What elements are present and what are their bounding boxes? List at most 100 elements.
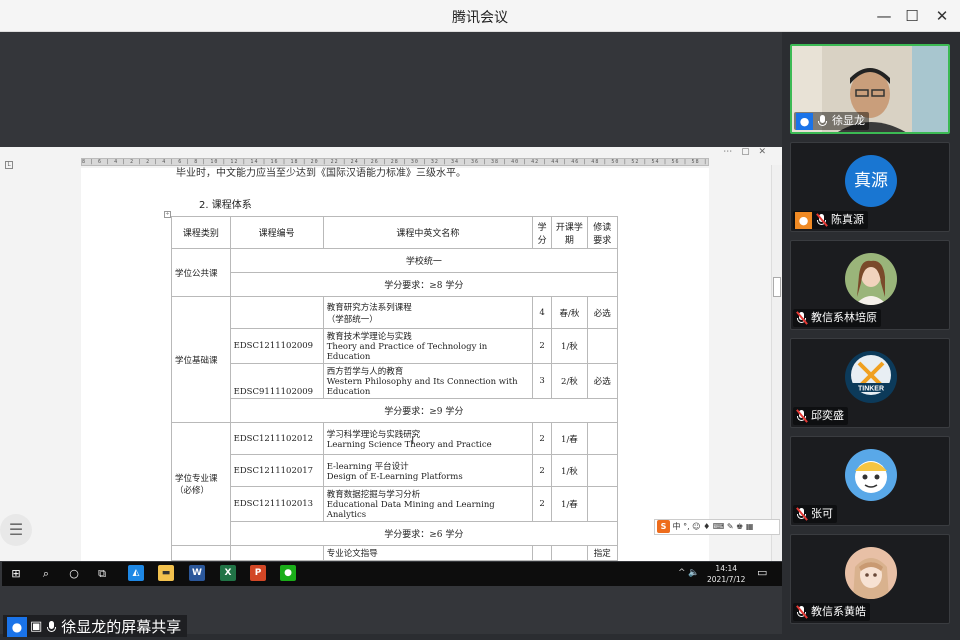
participant-name: 陈真源 [831,213,864,226]
table-move-handle-icon[interactable]: + [164,211,171,218]
participant-name: 张可 [811,507,833,520]
course-req [586,486,619,522]
course-name-en: Design of E-Learning Platforms [326,471,463,482]
header-category: 课程类别 [171,216,231,249]
participant-tile[interactable]: 教信系林培原 [790,240,950,330]
participant-avatar [845,449,897,501]
participant-tile[interactable]: TINKER 邱奕盛 [790,338,950,428]
course-name-cn: E-learning 平台设计 [326,461,409,472]
header-code: 课程编号 [229,216,324,249]
document-page[interactable]: 毕业时，中文能力应当至少达到《国际汉语能力标准》三级水平。 2. 课程体系 + … [81,168,709,561]
course-credit: 3 [532,363,553,399]
participant-list: ● 徐显龙 真源 ● 陈真源 教信系林培原 TINKER 邱奕盛 张可 教信系黄… [786,36,960,640]
course-req [586,422,619,455]
scrollbar-thumb[interactable] [773,277,781,297]
windows-taskbar: ⊞ ⌕ ○ ⧉ ◭ ▬ W X P ● ^ 🔈 14:14 2021/7/12 … [2,562,782,586]
clock-date: 2021/7/12 [707,575,746,584]
table-row: 学位公共课 学校统一 [171,248,619,297]
course-name-cn: 教育数据挖掘与学习分析 [326,490,421,500]
powerpoint-app-icon[interactable]: P [250,565,266,581]
user-icon: ● [795,211,812,229]
table-row: 学分要求：≥6 学分 [172,521,619,546]
course-code: EDSC1211102013 [229,486,324,522]
share-caption-text: 徐显龙的屏幕共享 [61,617,182,636]
system-tray-icons[interactable]: ^ 🔈 [678,568,700,578]
search-icon[interactable]: ⌕ [34,564,58,584]
task-view-icon[interactable]: ⧉ [90,564,114,584]
microphone-muted-icon [795,409,808,423]
minimize-button[interactable]: — [874,6,894,26]
tencent-meeting-app-icon[interactable]: ◭ [128,565,144,581]
participant-name-bar: 教信系黄皓 [793,603,870,621]
paragraph-text: 毕业时，中文能力应当至少达到《国际汉语能力标准》三级水平。 [176,168,466,179]
category-cell: 学位基础课 [171,296,231,423]
participant-tile[interactable]: ● 徐显龙 [790,44,950,134]
taskbar-clock[interactable]: 14:14 2021/7/12 [707,563,745,585]
screen-share-caption: ● ▣ 徐显龙的屏幕共享 [3,615,188,637]
word-app-icon[interactable]: W [189,565,205,581]
course-req [586,328,619,364]
microphone-muted-icon [795,605,808,619]
course-name-en: Educational Data Mining and Learning Ana… [326,500,495,520]
participant-name-bar: ● 陈真源 [793,211,868,229]
category-cell: 学位专业课（必修） [171,422,231,546]
word-view-icons[interactable]: ⋯ ▢ ✕ [723,147,769,157]
participant-name: 教信系黄皓 [811,605,866,618]
participant-name: 徐显龙 [832,114,865,127]
course-code: EDSC1211102009 [229,328,324,364]
windows-start-icon[interactable]: ⊞ [4,564,28,584]
header-credit: 学分 [532,216,553,249]
participant-name-bar: ● 徐显龙 [794,112,869,130]
participant-avatar: 真源 [845,155,897,207]
sogou-ime-toolbar[interactable]: S 中 °, ☺ ♦ ⌨ ✎ ♚ ▦ [654,519,780,535]
course-name-cn: 学习科学理论与实践研究 [326,429,421,440]
host-icon: ● [796,112,813,130]
course-table-wrapper: 课程类别 课程编号 课程中英文名称 学分 开课学期 修读要求 学位公共课 学校统… [171,216,619,561]
course-credit: 2 [532,328,553,364]
course-name: E-learning 平台设计 Design of E-Learning Plat… [322,454,534,487]
tab-stop-icon: L [5,161,13,169]
sogou-logo-icon: S [657,520,670,533]
course-code [229,296,324,329]
participant-tile[interactable]: 教信系黄皓 [790,534,950,624]
ime-tools[interactable]: °, ☺ ♦ ⌨ ✎ ♚ ▦ [683,522,753,531]
cortana-icon[interactable]: ○ [62,564,86,584]
table-row: EDSC1211102009 教育技术学理论与实践 Theory and Prac… [172,328,619,364]
maximize-button[interactable]: ☐ [902,6,922,26]
course-code [229,545,324,561]
course-req: 指定 [586,545,619,561]
header-term: 开课学期 [551,216,588,249]
menu-list-icon[interactable]: ☰ [0,514,32,546]
course-code: EDSC1211102012 [229,422,324,455]
wechat-app-icon[interactable]: ● [280,565,296,581]
course-term: 1/秋 [551,328,588,364]
participant-avatar [845,253,897,305]
course-name-cn: 教育研究方法系列课程 [326,302,412,313]
table-row: EDSC9111102009 西方哲学与人的教育 Western Philosop… [172,363,619,399]
excel-app-icon[interactable]: X [220,565,236,581]
table-row: 学分要求：≥8 学分 [172,272,619,297]
notification-icon[interactable]: ▭ [757,566,767,579]
credit-requirement: 学分要求：≥9 学分 [229,398,619,423]
participant-avatar [845,547,897,599]
file-explorer-icon[interactable]: ▬ [158,565,174,581]
course-name: 教育研究方法系列课程 （学部统一） [322,296,534,329]
participant-tile[interactable]: 张可 [790,436,950,526]
microphone-muted-icon [795,507,808,521]
course-name-cn: 西方哲学与人的教育 [326,367,404,377]
participant-tile[interactable]: 真源 ● 陈真源 [790,142,950,232]
vertical-scrollbar[interactable] [771,165,782,561]
close-button[interactable]: ✕ [932,6,952,26]
participant-name-bar: 张可 [793,505,837,523]
category-cell [171,545,231,561]
course-name: 教育数据挖掘与学习分析 Educational Data Mining and L… [322,486,534,522]
clock-time: 14:14 [715,564,738,573]
text-cursor-icon: I [411,434,415,447]
course-name: 教育技术学理论与实践 Theory and Practice of Technol… [322,328,534,364]
course-term: 春/秋 [551,296,588,329]
participant-name-bar: 教信系林培原 [793,309,881,327]
microphone-icon [816,114,829,128]
ime-mode[interactable]: 中 [673,522,681,531]
section-heading: 2. 课程体系 [199,200,252,211]
credit-requirement: 学分要求：≥6 学分 [229,521,619,546]
